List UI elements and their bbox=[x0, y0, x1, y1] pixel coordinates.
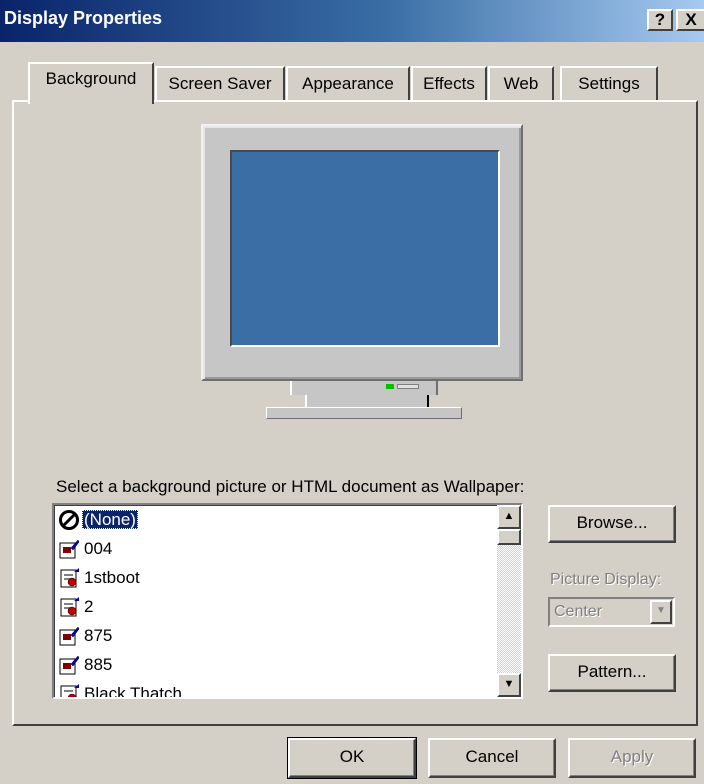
cancel-button[interactable]: Cancel bbox=[428, 738, 556, 778]
tab-background[interactable]: Background bbox=[28, 62, 154, 104]
tab-appearance[interactable]: Appearance bbox=[286, 66, 410, 102]
html-doc-icon bbox=[58, 567, 80, 589]
window-title: Display Properties bbox=[4, 8, 163, 28]
list-item[interactable]: 004 bbox=[58, 536, 114, 562]
picture-display-select[interactable]: Center ▼ bbox=[548, 597, 675, 627]
tab-settings[interactable]: Settings bbox=[560, 66, 658, 102]
pattern-button[interactable]: Pattern... bbox=[548, 654, 676, 692]
scroll-up-button[interactable]: ▲ bbox=[497, 505, 521, 529]
help-button[interactable]: ? bbox=[647, 9, 673, 31]
browse-button[interactable]: Browse... bbox=[548, 505, 676, 543]
monitor-base bbox=[266, 407, 462, 419]
none-icon bbox=[58, 509, 80, 531]
list-item[interactable]: Black Thatch bbox=[58, 681, 184, 697]
arrow-up-icon: ▲ bbox=[503, 510, 515, 522]
wallpaper-list[interactable]: (None) 004 1stboot 2 875 885 Black Thatc… bbox=[52, 503, 523, 699]
title-bar[interactable]: Display Properties ? X bbox=[0, 0, 704, 42]
close-button[interactable]: X bbox=[676, 9, 704, 31]
power-led-icon bbox=[386, 384, 394, 389]
tab-effects[interactable]: Effects bbox=[411, 66, 487, 102]
monitor-screen bbox=[230, 150, 500, 347]
list-scrollbar[interactable]: ▲ ▼ bbox=[497, 505, 521, 697]
tab-screen-saver[interactable]: Screen Saver bbox=[155, 66, 285, 102]
list-item[interactable]: 875 bbox=[58, 623, 114, 649]
list-item[interactable]: 1stboot bbox=[58, 565, 142, 591]
ok-button[interactable]: OK bbox=[287, 737, 417, 779]
arrow-down-icon: ▼ bbox=[503, 678, 515, 690]
picture-display-value: Center bbox=[554, 603, 603, 620]
picture-display-label: Picture Display: bbox=[550, 571, 662, 588]
list-item[interactable]: 2 bbox=[58, 594, 95, 620]
chevron-down-icon[interactable]: ▼ bbox=[650, 600, 672, 624]
apply-button[interactable]: Apply bbox=[568, 738, 696, 778]
bitmap-icon bbox=[58, 538, 80, 560]
scroll-down-button[interactable]: ▼ bbox=[497, 673, 521, 697]
list-item[interactable]: 885 bbox=[58, 652, 114, 678]
list-item[interactable]: (None) bbox=[58, 507, 138, 533]
bitmap-icon bbox=[58, 625, 80, 647]
monitor-stem bbox=[305, 395, 429, 407]
bitmap-icon bbox=[58, 654, 80, 676]
scroll-thumb[interactable] bbox=[497, 529, 521, 545]
tab-web[interactable]: Web bbox=[488, 66, 554, 102]
html-doc-icon bbox=[58, 683, 80, 697]
power-switch-icon bbox=[397, 384, 419, 389]
html-doc-icon bbox=[58, 596, 80, 618]
wallpaper-label: Select a background picture or HTML docu… bbox=[56, 477, 525, 496]
